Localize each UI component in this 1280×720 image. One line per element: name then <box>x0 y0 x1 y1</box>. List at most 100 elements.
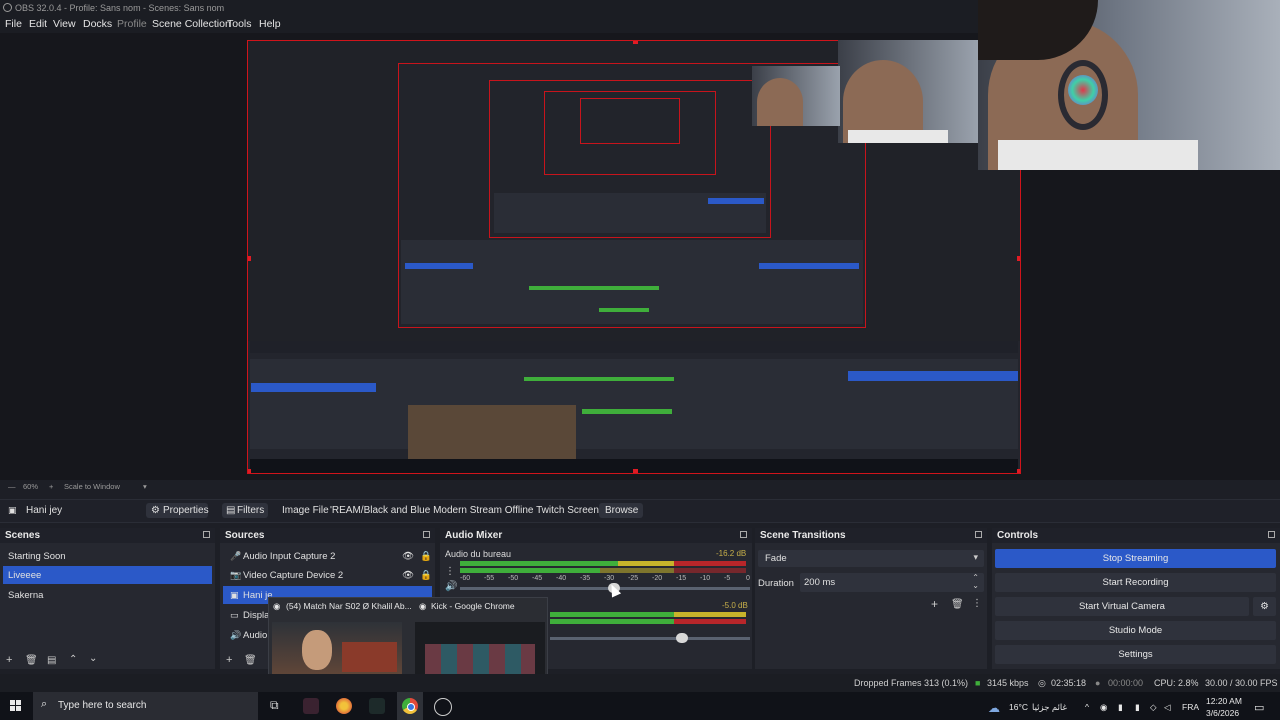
source-item[interactable]: 📷 Video Capture Device 2 👁 🔒 <box>223 566 432 584</box>
filters-icon: ▤ <box>226 505 236 516</box>
scene-item[interactable]: Starting Soon <box>3 547 212 565</box>
button-label: Studio Mode <box>1108 625 1163 636</box>
volume-slider-handle[interactable] <box>676 633 688 643</box>
record-icon: ● <box>1095 678 1101 688</box>
source-label: Video Capture Device 2 <box>243 570 344 581</box>
wifi-icon[interactable]: ◇ <box>1150 702 1157 713</box>
settings-button[interactable]: Settings <box>995 645 1276 664</box>
add-scene-icon[interactable]: + <box>6 654 12 666</box>
start-virtual-camera-button[interactable]: Start Virtual Camera <box>995 597 1249 616</box>
obs-taskbar-icon[interactable] <box>434 698 452 716</box>
clock-date[interactable]: 3/6/2026 <box>1206 708 1239 718</box>
zoom-out-button[interactable]: — <box>8 482 16 491</box>
fps: 30.00 / 30.00 FPS <box>1205 678 1278 688</box>
plus-icon[interactable]: + <box>226 654 232 666</box>
properties-button[interactable]: ⚙ Properties <box>146 503 209 518</box>
virtual-camera-settings-button[interactable]: ⚙ <box>1253 597 1276 616</box>
menu-profile[interactable]: Profile <box>117 18 147 30</box>
volume-slider-track[interactable] <box>460 587 750 590</box>
speaker-icon[interactable]: ◁ <box>1164 702 1171 713</box>
scene-label: Starting Soon <box>8 551 66 562</box>
menu-help[interactable]: Help <box>259 18 281 30</box>
menu-file[interactable]: File <box>5 18 22 30</box>
zoom-level: 60% <box>23 482 39 491</box>
chevron-up-icon[interactable]: ^ <box>1085 702 1089 712</box>
terminal-icon[interactable] <box>369 698 385 714</box>
task-view-icon[interactable]: ⧉ <box>270 698 286 714</box>
stop-streaming-button[interactable]: Stop Streaming <box>995 549 1276 568</box>
trash-icon[interactable]: 🗑 <box>25 655 38 666</box>
thumbnail-title[interactable]: Kick - Google Chrome <box>431 601 515 611</box>
dropped-frames: Dropped Frames 313 (0.1%) <box>854 678 969 688</box>
scale-mode-dropdown-icon[interactable]: ▾ <box>143 482 147 491</box>
duration-spinbox[interactable]: 200 ms ⌃ ⌄ <box>800 573 984 592</box>
app-icon[interactable] <box>303 698 319 714</box>
eye-icon[interactable]: 👁 <box>402 570 414 581</box>
button-label: Stop Streaming <box>1102 553 1169 564</box>
obs-icon <box>3 3 12 12</box>
taskbar-search[interactable]: ⌕ Type here to search <box>33 692 258 720</box>
browser-icon[interactable] <box>336 698 352 714</box>
move-down-icon[interactable]: ⌄ <box>89 653 97 664</box>
button-label: Settings <box>1118 649 1153 660</box>
scene-item[interactable]: Sakerna <box>3 586 212 604</box>
source-label: Audio <box>243 630 268 641</box>
status-bar: Dropped Frames 313 (0.1%) ■ 3145 kbps ◎ … <box>0 674 1280 692</box>
language-indicator[interactable]: FRA <box>1182 702 1199 712</box>
dock-float-icon[interactable] <box>1268 531 1275 538</box>
dock-float-icon[interactable] <box>423 531 430 538</box>
bitrate: 3145 kbps <box>987 678 1029 688</box>
notification-icon[interactable]: ▭ <box>1254 701 1264 714</box>
dock-float-icon[interactable] <box>975 531 982 538</box>
tray-app-icon[interactable]: ◉ <box>1100 702 1107 713</box>
dock-float-icon[interactable] <box>740 531 747 538</box>
menu-scene-collection[interactable]: Scene Collection <box>152 18 231 30</box>
plus-icon[interactable]: + <box>931 597 938 611</box>
source-item[interactable]: 🎤 Audio Input Capture 2 👁 🔒 <box>223 547 432 565</box>
menu-tools[interactable]: Tools <box>227 18 252 30</box>
spin-down-icon[interactable]: ⌄ <box>972 581 979 590</box>
more-options-icon[interactable]: ⋮ <box>972 598 982 609</box>
scale-mode[interactable]: Scale to Window <box>64 482 120 491</box>
channel-menu-icon[interactable]: ⋮ <box>445 566 455 577</box>
speaker-icon[interactable]: 🔊 <box>445 581 457 592</box>
start-recording-button[interactable]: Start Recording <box>995 573 1276 592</box>
network-icon[interactable]: ▮ <box>1118 702 1123 713</box>
trash-icon[interactable]: 🗑 <box>951 599 964 610</box>
filters-button[interactable]: ▤ Filters <box>222 503 268 518</box>
zoom-in-button[interactable]: + <box>49 482 53 491</box>
channel-name: Audio du bureau <box>445 549 512 559</box>
thumbnail-title[interactable]: (54) Match Nar S02 Ø Khalil Ab... <box>286 601 412 611</box>
eye-icon[interactable]: 👁 <box>402 551 414 562</box>
menu-edit[interactable]: Edit <box>29 18 47 30</box>
level-meter-green <box>460 568 600 573</box>
chrome-taskbar-button[interactable] <box>397 692 423 720</box>
microphone-icon[interactable]: ▮ <box>1135 702 1140 713</box>
menu-docks[interactable]: Docks <box>83 18 112 30</box>
level-meter-red <box>674 568 746 573</box>
scene-transitions-title: Scene Transitions <box>760 530 846 541</box>
channel-level: -16.2 dB <box>716 549 747 558</box>
transition-select[interactable]: Fade ▾ <box>758 550 984 567</box>
clock-time[interactable]: 12:20 AM <box>1206 696 1242 706</box>
menu-view[interactable]: View <box>53 18 76 30</box>
studio-mode-button[interactable]: Studio Mode <box>995 621 1276 640</box>
camera-icon: 📷 <box>230 570 242 580</box>
source-toolbar: ▣ Hani jey ⚙ Properties ▤ Filters Image … <box>0 499 1280 523</box>
level-meter-yellow <box>618 561 674 566</box>
webcam-feed <box>978 0 1280 170</box>
weather-icon: ☁ <box>988 701 1000 715</box>
level-meter-green <box>460 561 618 566</box>
windows-icon[interactable] <box>10 700 22 712</box>
dock-float-icon[interactable] <box>203 531 210 538</box>
lock-icon[interactable]: 🔒 <box>420 570 432 581</box>
properties-label: Properties <box>163 505 209 516</box>
filters-icon[interactable]: ▤ <box>47 655 56 666</box>
move-up-icon[interactable]: ⌃ <box>69 654 77 665</box>
volume-slider-track[interactable] <box>550 637 750 640</box>
trash-icon[interactable]: 🗑 <box>244 655 257 666</box>
scene-item-selected[interactable]: Liveeee <box>3 566 212 584</box>
image-source-icon: ▣ <box>8 505 17 515</box>
lock-icon[interactable]: 🔒 <box>420 551 432 562</box>
browse-button[interactable]: Browse <box>599 503 643 518</box>
